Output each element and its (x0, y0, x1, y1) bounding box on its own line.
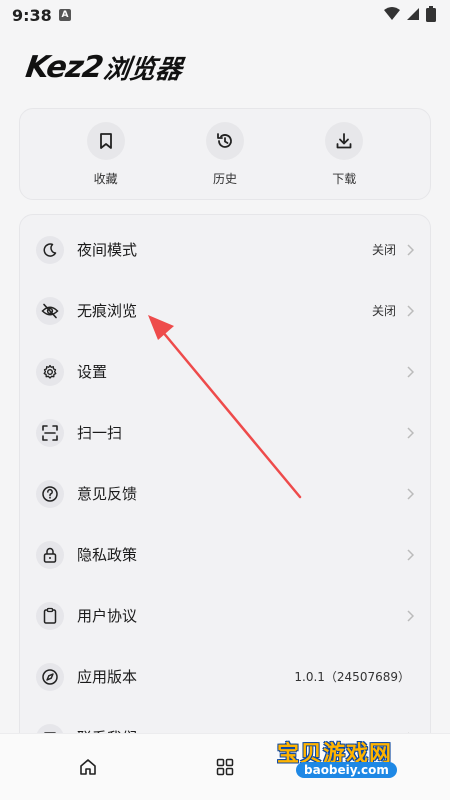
chevron-right-icon (407, 365, 414, 378)
menu-item-label: 用户协议 (77, 607, 138, 625)
bookmark-icon (86, 121, 125, 160)
wifi-icon (384, 7, 400, 20)
home-icon (80, 759, 97, 775)
logo-suffix: 浏览器 (101, 54, 185, 85)
lock-icon (36, 540, 64, 569)
app-version-value: 1.0.1（24507689） (294, 670, 410, 684)
chevron-right-icon (407, 609, 414, 622)
bookmarks-label: 收藏 (93, 171, 118, 186)
chevron-right-icon (407, 304, 414, 317)
quick-actions-card: 收藏 历史 下载 (19, 108, 431, 200)
downloads-label: 下载 (332, 171, 357, 186)
menu-item-label: 意见反馈 (77, 485, 138, 503)
clipboard-icon (36, 601, 64, 630)
menu-item-settings[interactable]: 设置 (20, 341, 430, 402)
menu-item-label: 隐私政策 (77, 546, 138, 564)
battery-icon (426, 6, 436, 22)
chevron-right-icon (407, 426, 414, 439)
gear-icon (36, 357, 64, 386)
chevron-right-icon (407, 548, 414, 561)
nav-apps-tab[interactable] (195, 747, 255, 787)
compass-icon (36, 662, 64, 691)
app-logo: Kez2 浏览器 (23, 48, 185, 86)
menu-item-feedback[interactable]: 意见反馈 (20, 463, 430, 524)
history-label: 历史 (212, 171, 237, 186)
menu-item-label: 应用版本 (77, 668, 138, 686)
logo-brand: Kez2 (23, 49, 105, 85)
signal-icon (407, 8, 419, 20)
menu-item-value: 关闭 (371, 243, 396, 257)
menu-item-user-agreement[interactable]: 用户协议 (20, 585, 430, 646)
downloads-button[interactable]: 下载 (304, 121, 384, 187)
bookmarks-button[interactable]: 收藏 (66, 121, 146, 187)
moon-icon (36, 235, 64, 264)
history-button[interactable]: 历史 (185, 121, 265, 187)
status-right-icons (384, 6, 436, 22)
notification-badge-icon: A (59, 9, 71, 21)
menu-item-label: 无痕浏览 (77, 302, 138, 320)
chevron-right-icon (407, 243, 414, 256)
chevron-right-icon (407, 487, 414, 500)
menu-item-value: 关闭 (371, 304, 396, 318)
watermark-url: baobeiy.com (296, 762, 397, 778)
menu-item-incognito[interactable]: 无痕浏览 关闭 (20, 280, 430, 341)
menu-item-night-mode[interactable]: 夜间模式 关闭 (20, 219, 430, 280)
eye-off-icon (36, 296, 64, 325)
scan-icon (36, 418, 64, 447)
menu-item-label: 设置 (77, 363, 108, 381)
status-bar: 9:38 A (0, 0, 450, 32)
status-time: 9:38 (12, 6, 52, 25)
nav-home-tab[interactable] (58, 747, 118, 787)
menu-item-scan[interactable]: 扫一扫 (20, 402, 430, 463)
question-icon (36, 479, 64, 508)
menu-item-label: 扫一扫 (77, 424, 123, 442)
settings-menu-card: 夜间模式 关闭 无痕浏览 关闭 设置 扫一扫 意见反馈 隐私政策 用户协议 应用… (19, 214, 431, 754)
history-icon (205, 121, 244, 160)
download-icon (325, 121, 364, 160)
menu-item-privacy-policy[interactable]: 隐私政策 (20, 524, 430, 585)
menu-item-app-version[interactable]: 应用版本 1.0.1（24507689） (20, 646, 430, 707)
grid-icon (216, 758, 234, 776)
menu-item-label: 夜间模式 (77, 241, 138, 259)
